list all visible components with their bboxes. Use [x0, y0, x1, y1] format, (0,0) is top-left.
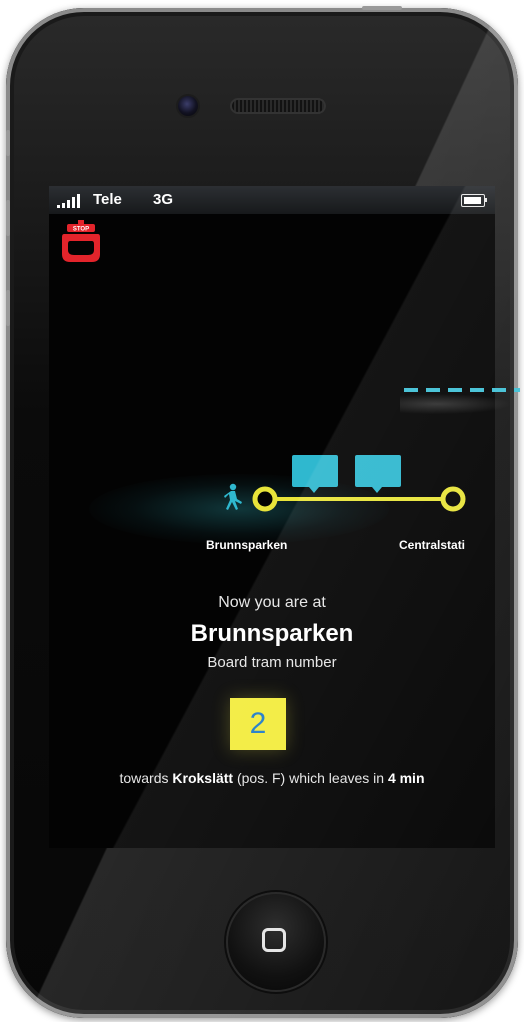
departure-minutes: 4 min — [387, 770, 425, 786]
power-button[interactable] — [362, 6, 402, 10]
destination-name: Krokslätt — [172, 770, 234, 786]
tram-number-badge: 2 — [230, 698, 286, 750]
walking-person-icon — [224, 483, 242, 510]
current-station-label: Brunnsparken — [206, 538, 288, 552]
home-square-icon — [262, 928, 286, 952]
next-station-label: Centralstati — [399, 538, 466, 552]
stop-button-icon[interactable]: STOP — [61, 220, 101, 264]
position-label: (pos. F) — [236, 770, 286, 786]
earpiece-speaker — [230, 98, 326, 114]
status-bar: Tele 3G — [49, 186, 495, 214]
message-bubble-icon — [355, 455, 401, 493]
home-button[interactable] — [226, 892, 326, 992]
dashed-connector-line — [404, 388, 520, 392]
battery-icon — [461, 194, 485, 207]
current-stop-marker — [252, 486, 278, 512]
mute-switch[interactable] — [6, 130, 10, 156]
volume-down-button[interactable] — [6, 290, 10, 326]
departure-info: towards Krokslätt (pos. F) which leaves … — [49, 770, 495, 786]
signal-strength-icon — [57, 194, 85, 208]
next-stop-marker — [440, 486, 466, 512]
trip-info: Now you are at Brunnsparken Board tram n… — [49, 594, 495, 671]
battery-tip — [485, 198, 487, 202]
network-type: 3G — [153, 191, 174, 208]
now-at-label: Now you are at — [218, 594, 326, 611]
current-station-name: Brunnsparken — [190, 620, 354, 647]
leaves-label: which leaves in — [289, 770, 385, 786]
screen: Tele 3G STOP Brunnsparken Centralstati N… — [49, 186, 495, 848]
front-camera — [178, 96, 198, 116]
volume-up-button[interactable] — [6, 200, 10, 236]
message-bubble-icon — [292, 455, 338, 493]
board-tram-label: Board tram number — [207, 654, 337, 671]
svg-text:STOP: STOP — [73, 227, 89, 233]
carrier-name: Tele — [93, 191, 122, 208]
route-map — [224, 455, 466, 512]
dashed-connector-glow — [400, 392, 524, 416]
towards-label: towards — [119, 770, 169, 786]
